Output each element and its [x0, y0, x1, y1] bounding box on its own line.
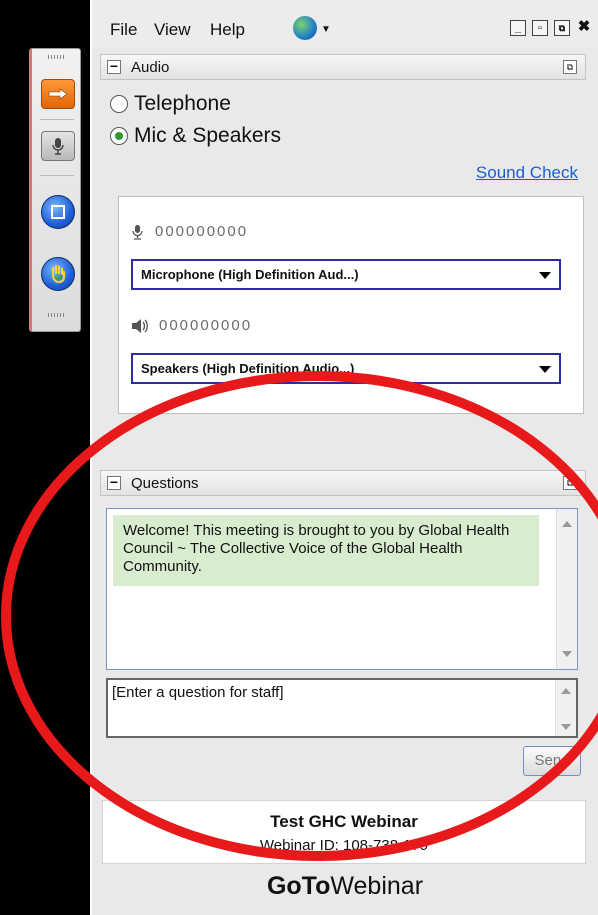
speaker-select[interactable]: Speakers (High Definition Audio...) — [131, 353, 561, 384]
menu-file[interactable]: File — [110, 20, 137, 40]
questions-section-header[interactable]: − Questions ⧉ — [100, 470, 586, 496]
maximize-button[interactable]: ▫ — [532, 20, 548, 36]
scroll-down-icon[interactable] — [561, 724, 571, 730]
speaker-level-row: 000000000 — [131, 317, 252, 334]
welcome-message: Welcome! This meeting is brought to you … — [113, 515, 539, 586]
floating-toolbar — [29, 48, 81, 332]
toolbar-divider — [40, 119, 74, 120]
question-input[interactable]: [Enter a question for staff] — [106, 678, 578, 738]
scroll-down-icon[interactable] — [562, 651, 572, 657]
questions-log[interactable]: Welcome! This meeting is brought to you … — [106, 508, 578, 670]
telephone-option[interactable]: Telephone — [110, 92, 231, 116]
minimize-button[interactable]: _ — [510, 20, 526, 36]
control-panel: File View Help ▼ _ ▫ ⧉ ✖ − Audio ⧉ Telep… — [92, 0, 598, 915]
microphone-small-icon — [132, 224, 143, 240]
input-scrollbar[interactable] — [555, 680, 576, 736]
arrow-right-icon — [48, 88, 68, 100]
logo-regular-text: Webinar — [330, 872, 424, 900]
menu-help[interactable]: Help — [210, 20, 245, 40]
microphone-select[interactable]: Microphone (High Definition Aud...) — [131, 259, 561, 290]
mic-speakers-label: Mic & Speakers — [134, 124, 282, 147]
mic-speakers-radio[interactable] — [110, 127, 128, 145]
popout-audio-icon[interactable]: ⧉ — [563, 60, 577, 74]
screen-icon — [51, 205, 65, 219]
audio-section-title: Audio — [131, 59, 170, 76]
popout-questions-icon[interactable]: ⧉ — [563, 476, 577, 490]
webinar-info: Test GHC Webinar Webinar ID: 108-738-179 — [102, 800, 586, 864]
screen-button[interactable] — [41, 195, 75, 229]
speaker-icon — [132, 318, 148, 333]
dropdown-arrow-icon — [539, 272, 551, 279]
raise-hand-button[interactable] — [41, 257, 75, 291]
menu-view[interactable]: View — [154, 20, 191, 40]
collapse-audio-button[interactable]: − — [107, 59, 121, 74]
chevron-down-icon[interactable]: ▼ — [321, 24, 331, 35]
audio-section-header[interactable]: − Audio ⧉ — [100, 54, 586, 80]
gotowebinar-logo: GoToWebinar — [92, 872, 598, 901]
sound-check-link[interactable]: Sound Check — [476, 163, 578, 183]
microphone-icon — [52, 138, 64, 155]
webinar-title: Test GHC Webinar — [270, 812, 418, 831]
telephone-radio[interactable] — [110, 95, 128, 113]
logo-bold-text: GoTo — [266, 872, 331, 900]
telephone-label: Telephone — [134, 92, 231, 115]
webinar-id: Webinar ID: 108-738-179 — [259, 837, 429, 854]
scroll-up-icon[interactable] — [562, 521, 572, 527]
mute-microphone-button[interactable] — [41, 131, 75, 161]
raise-hand-icon — [51, 264, 66, 284]
language-globe-icon[interactable] — [293, 16, 317, 40]
mic-speakers-option[interactable]: Mic & Speakers — [110, 124, 281, 148]
questions-scrollbar[interactable] — [556, 509, 577, 669]
question-input-placeholder: [Enter a question for staff] — [112, 684, 284, 701]
show-panel-button[interactable] — [41, 79, 75, 109]
send-button[interactable]: Send — [523, 746, 581, 776]
toolbar-grip-bottom[interactable] — [48, 313, 66, 317]
menu-bar: File View Help ▼ _ ▫ ⧉ ✖ — [92, 0, 598, 48]
audio-settings-box: 000000000 Microphone (High Definition Au… — [118, 196, 584, 414]
microphone-level-meter: 000000000 — [155, 223, 249, 240]
close-icon[interactable]: ✖ — [576, 19, 592, 36]
collapse-questions-button[interactable]: − — [107, 475, 121, 490]
speaker-device-label: Speakers (High Definition Audio...) — [141, 361, 355, 376]
speaker-level-meter: 000000000 — [159, 317, 253, 334]
restore-button[interactable]: ⧉ — [554, 20, 570, 36]
toolbar-grip-top[interactable] — [48, 55, 66, 59]
toolbar-divider — [40, 175, 74, 176]
questions-section-title: Questions — [131, 475, 199, 492]
scroll-up-icon[interactable] — [561, 688, 571, 694]
microphone-level-row: 000000000 — [131, 223, 248, 240]
microphone-device-label: Microphone (High Definition Aud...) — [141, 267, 359, 282]
dropdown-arrow-icon — [539, 366, 551, 373]
